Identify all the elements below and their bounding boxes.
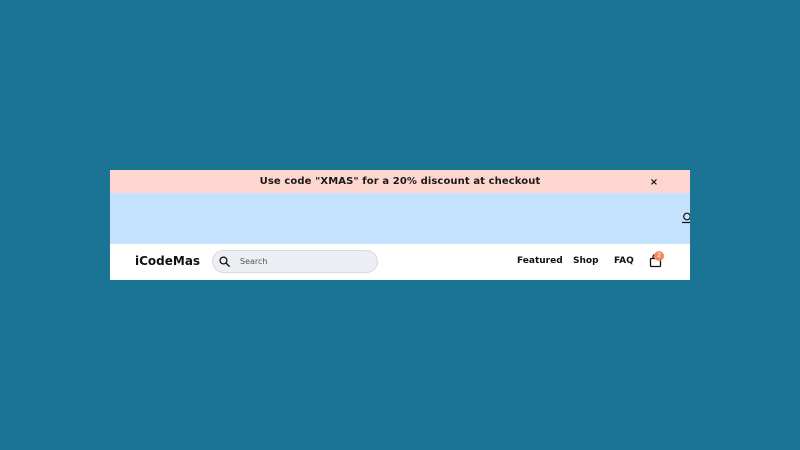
main-navbar: iCodeMas Featured Shop FAQ 2 bbox=[110, 244, 690, 280]
search-bar[interactable] bbox=[212, 250, 378, 273]
promo-banner: Use code "XMAS" for a 20% discount at ch… bbox=[110, 170, 690, 193]
nav-link-featured[interactable]: Featured bbox=[517, 256, 563, 266]
hero-section bbox=[110, 193, 690, 244]
cart-count-badge: 2 bbox=[654, 251, 664, 261]
site-frame: Use code "XMAS" for a 20% discount at ch… bbox=[110, 170, 690, 280]
promo-message: Use code "XMAS" for a 20% discount at ch… bbox=[259, 176, 541, 187]
nav-link-shop[interactable]: Shop bbox=[573, 256, 599, 266]
close-icon[interactable]: × bbox=[647, 175, 661, 189]
search-icon bbox=[219, 256, 230, 267]
site-logo[interactable]: iCodeMas bbox=[135, 254, 200, 268]
search-input[interactable] bbox=[240, 257, 360, 266]
nav-link-faq[interactable]: FAQ bbox=[614, 256, 634, 266]
user-icon[interactable] bbox=[682, 212, 690, 224]
